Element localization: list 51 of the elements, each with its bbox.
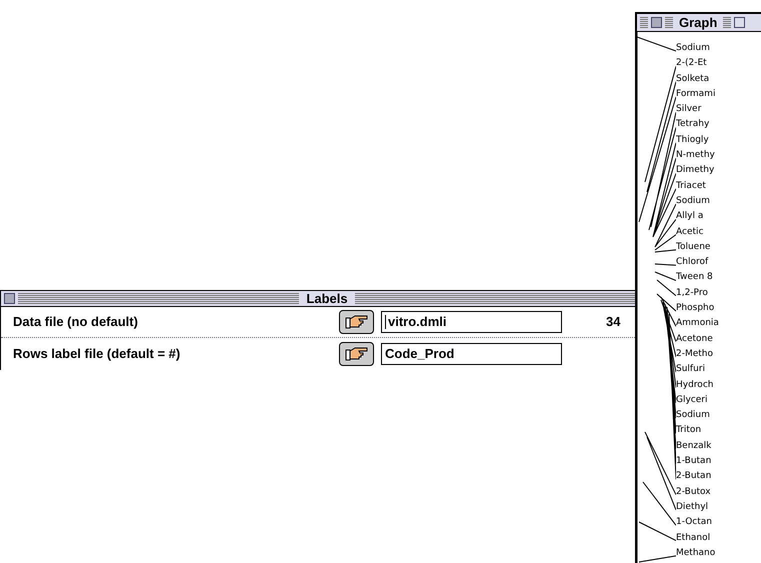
- leaf-label: Glyceri: [676, 394, 708, 407]
- leaf-label: Sodium: [676, 409, 711, 422]
- close-box[interactable]: [651, 17, 662, 28]
- leaf-label: Ammonia: [676, 317, 719, 330]
- leaf-label: Formami: [676, 88, 716, 101]
- field-label: Rows label file (default = #): [13, 344, 182, 363]
- leaf-label: 1,2-Pro: [676, 286, 709, 300]
- leaf-label: Triacet: [676, 180, 707, 193]
- leaf-label: Thiogly: [676, 134, 710, 147]
- leaf-label: Solketa: [676, 72, 710, 86]
- zoom-box[interactable]: [734, 17, 746, 28]
- leaf-label: Ethanol: [676, 532, 712, 544]
- leaf-label: Sodium: [676, 42, 711, 55]
- leaf-label: 1-Butan: [676, 455, 712, 468]
- leaf-label: Diethyl: [676, 500, 710, 514]
- leaf-label: Silver: [676, 103, 702, 116]
- leaf-label: 2-Butox: [676, 486, 712, 499]
- leaf-label: Hydroch: [676, 378, 714, 392]
- leaf-label: 2-(2-Et: [676, 57, 708, 70]
- leaf-label: 2-Metho: [676, 348, 714, 361]
- window-title: Labels: [305, 292, 349, 305]
- leaf-label: Tetrahy: [676, 118, 710, 132]
- leaf-label: Methano: [676, 546, 716, 560]
- title-bar-stripes: [723, 17, 732, 28]
- leaf-label: Acetic: [676, 226, 704, 239]
- leaf-label: Benzalk: [676, 440, 712, 453]
- leaf-label: Chlorof: [676, 256, 710, 270]
- leaf-label: Tween 8: [676, 271, 714, 284]
- window-title: Graph: [678, 16, 718, 29]
- count-label: 34: [606, 313, 620, 332]
- file-field[interactable]: vitro.dmli: [381, 311, 562, 333]
- field-label: Data file (no default): [13, 313, 139, 332]
- leaf-label: 2-Butan: [676, 470, 712, 484]
- title-bar-stripes: [665, 17, 673, 28]
- browse-button[interactable]: [339, 310, 374, 334]
- leaf-label: Allyl a: [676, 210, 704, 224]
- leaf-label: Sulfuri: [676, 363, 706, 376]
- leaf-label: Triton: [676, 424, 702, 438]
- pointing-hand-icon: [344, 315, 368, 329]
- file-field[interactable]: Code_Prod: [381, 342, 562, 364]
- browse-button[interactable]: [339, 342, 374, 366]
- title-bar-stripes: [640, 17, 648, 28]
- pointing-hand-icon: [344, 346, 368, 360]
- leaf-label: Sodium: [676, 194, 711, 208]
- leaf-label: Phospho: [676, 302, 716, 316]
- leaf-label: Dimethy: [676, 164, 716, 178]
- close-box[interactable]: [4, 293, 15, 304]
- leaf-label: Toluene: [676, 240, 712, 254]
- leaf-label: N-methy: [676, 149, 716, 162]
- leaf-label: Acetone: [676, 332, 714, 346]
- leaf-label: 1-Octan: [676, 516, 714, 530]
